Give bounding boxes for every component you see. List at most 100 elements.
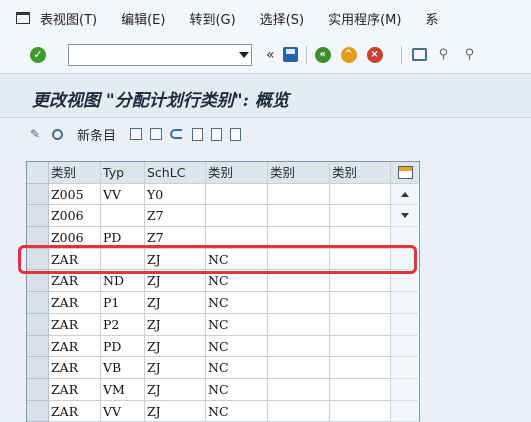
row-selector[interactable] (27, 292, 49, 314)
row-selector[interactable] (27, 400, 49, 422)
table-cell[interactable] (206, 227, 268, 249)
table-cell[interactable]: ZJ (145, 378, 206, 401)
menu-system[interactable]: 系 (425, 9, 438, 28)
column-header[interactable]: 类别 (206, 162, 268, 184)
details-glass-icon[interactable] (52, 128, 63, 140)
table-cell[interactable]: NC (206, 357, 268, 379)
scrollbar-track[interactable] (391, 313, 420, 336)
collapse-arrows-icon[interactable]: « (266, 47, 275, 63)
table-cell[interactable]: ZAR (49, 378, 101, 401)
table-cell[interactable]: PD (101, 227, 145, 249)
row-selector[interactable] (27, 227, 49, 249)
table-cell[interactable]: ZAR (49, 248, 101, 271)
table-cell[interactable] (330, 292, 391, 314)
table-cell[interactable]: NC (206, 270, 268, 293)
table-cell[interactable]: Z7 (145, 227, 206, 249)
table-cell[interactable]: NC (206, 335, 268, 358)
scrollbar-track[interactable] (391, 357, 420, 379)
save-icon[interactable] (282, 47, 298, 62)
scrollbar-track[interactable] (391, 378, 420, 401)
table-cell[interactable]: VV (101, 183, 145, 206)
scroll-up-icon[interactable] (401, 191, 409, 197)
table-cell[interactable] (268, 378, 330, 401)
table-cell[interactable] (268, 183, 330, 206)
table-cell[interactable]: VB (101, 357, 145, 379)
table-cell[interactable]: VV (101, 400, 145, 422)
table-cell[interactable]: Z005 (49, 183, 101, 206)
menu-table-view[interactable]: 表视图(T) (40, 9, 97, 28)
table-cell[interactable]: ZJ (145, 270, 206, 293)
table-cell[interactable]: ZAR (49, 292, 101, 314)
table-cell[interactable] (268, 335, 330, 358)
table-cell[interactable] (330, 357, 391, 379)
find-next-icon[interactable]: ⚲ (465, 47, 481, 62)
table-cell[interactable] (268, 357, 330, 379)
table-cell[interactable]: ZJ (145, 313, 206, 336)
table-cell[interactable]: P1 (101, 292, 145, 314)
table-cell[interactable]: NC (206, 378, 268, 401)
exit-icon[interactable]: ^ (340, 46, 357, 63)
table-cell[interactable] (330, 335, 391, 358)
table-cell[interactable]: ZJ (145, 248, 206, 271)
find-icon[interactable]: ⚲ (439, 47, 455, 62)
table-cell[interactable]: NC (206, 248, 268, 271)
column-header[interactable]: 类别 (268, 162, 330, 184)
table-cell[interactable] (101, 248, 145, 271)
table-cell[interactable]: ZAR (49, 270, 101, 293)
menu-utilities[interactable]: 实用程序(M) (328, 9, 401, 28)
table-cell[interactable]: P2 (101, 313, 145, 336)
table-cell[interactable] (330, 400, 391, 422)
table-cell[interactable]: ZJ (145, 400, 206, 422)
row-selector[interactable] (27, 335, 49, 358)
cancel-icon[interactable]: × (366, 46, 383, 63)
menu-goto[interactable]: 转到(G) (189, 9, 235, 28)
command-dropdown-icon[interactable] (236, 44, 252, 66)
table-cell[interactable]: ZJ (145, 335, 206, 358)
table-cell[interactable] (268, 248, 330, 271)
row-selector[interactable] (27, 248, 49, 271)
table-cell[interactable]: ZJ (145, 292, 206, 314)
column-header[interactable]: SchLC (145, 162, 206, 184)
scrollbar-track[interactable] (391, 205, 420, 228)
scrollbar-track[interactable] (391, 400, 420, 422)
undo-change-icon[interactable] (170, 129, 183, 139)
select-block-icon[interactable] (211, 127, 223, 141)
column-header[interactable]: 类别 (49, 162, 101, 184)
scrollbar-track[interactable] (391, 292, 420, 314)
scrollbar-track[interactable] (391, 335, 420, 358)
delete-icon[interactable] (150, 128, 163, 140)
row-selector[interactable] (27, 183, 49, 206)
table-cell[interactable]: Z7 (145, 205, 206, 228)
scrollbar-track[interactable] (391, 227, 420, 249)
menu-window-icon[interactable] (16, 12, 30, 24)
table-cell[interactable] (268, 313, 330, 336)
table-cell[interactable]: ZAR (49, 335, 101, 358)
table-cell[interactable] (268, 205, 330, 228)
column-header[interactable]: 类别 (330, 162, 391, 184)
scroll-down-icon[interactable] (401, 213, 409, 219)
new-entries-button[interactable]: 新条目 (77, 125, 116, 144)
table-cell[interactable]: ZAR (49, 313, 101, 336)
table-cell[interactable]: ZJ (145, 357, 206, 379)
table-cell[interactable] (206, 205, 268, 228)
table-settings-button[interactable] (391, 162, 420, 184)
table-cell[interactable] (268, 270, 330, 293)
table-cell[interactable]: Z006 (49, 227, 101, 249)
row-selector[interactable] (27, 357, 49, 379)
menu-edit[interactable]: 编辑(E) (121, 9, 165, 28)
table-cell[interactable] (330, 378, 391, 401)
copy-as-icon[interactable] (130, 128, 143, 140)
table-cell[interactable]: ND (101, 270, 145, 293)
table-cell[interactable]: NC (206, 292, 268, 314)
column-header[interactable]: Typ (101, 162, 145, 184)
table-cell[interactable]: ZAR (49, 400, 101, 422)
row-selector[interactable] (27, 313, 49, 336)
table-cell[interactable] (330, 205, 391, 228)
scrollbar-track[interactable] (391, 248, 420, 271)
table-cell[interactable]: ZAR (49, 357, 101, 379)
table-cell[interactable] (206, 183, 268, 206)
deselect-all-icon[interactable] (230, 127, 242, 141)
table-cell[interactable]: PD (101, 335, 145, 358)
table-cell[interactable] (330, 183, 391, 206)
row-selector[interactable] (27, 205, 49, 228)
